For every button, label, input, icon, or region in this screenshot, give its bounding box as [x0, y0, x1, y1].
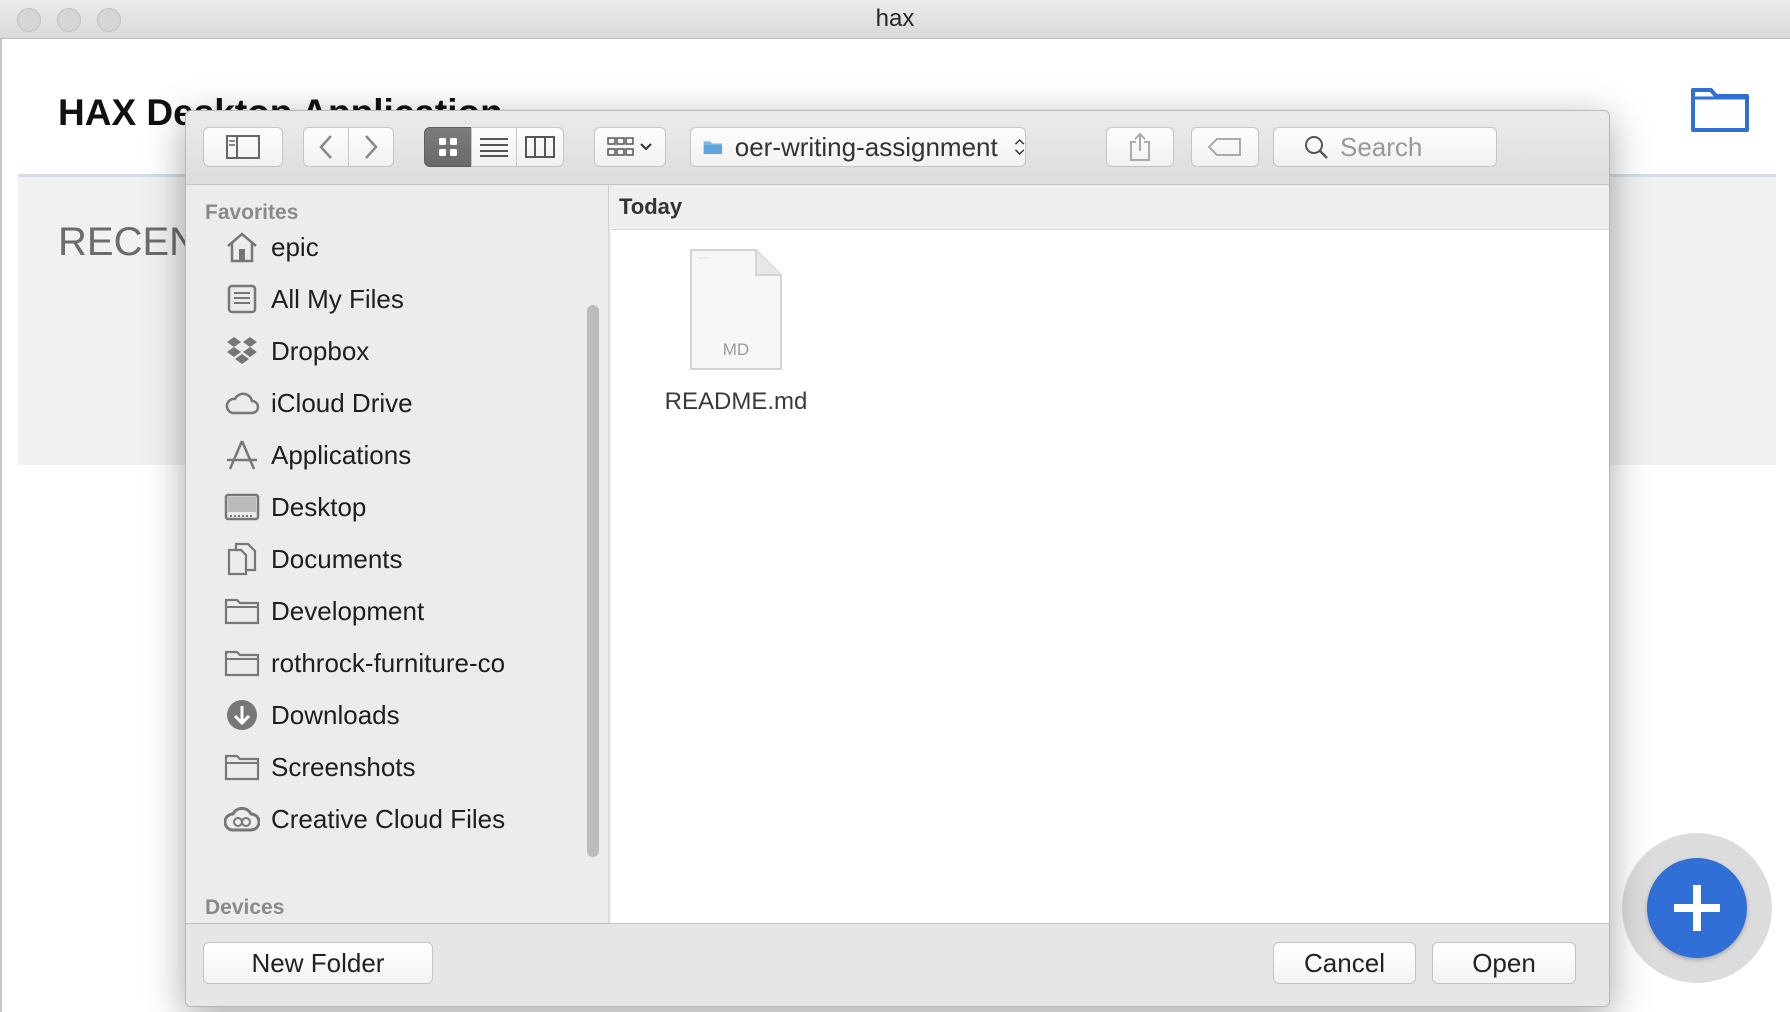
new-folder-button[interactable]: New Folder — [203, 942, 433, 984]
tag-button[interactable] — [1191, 127, 1259, 167]
creative-cloud-icon — [223, 801, 261, 837]
dropbox-icon — [223, 333, 261, 369]
sidebar-item-label: Creative Cloud Files — [271, 803, 506, 834]
add-button[interactable] — [1647, 858, 1747, 958]
cloud-icon — [223, 385, 261, 421]
sidebar-item-applications[interactable]: Applications — [223, 434, 411, 476]
sidebar-scrollbar[interactable] — [587, 305, 599, 857]
sidebar-item-development[interactable]: Development — [223, 590, 424, 632]
sidebar-item-label: Screenshots — [271, 751, 416, 782]
up-down-chevron-icon — [1014, 138, 1025, 156]
sidebar-item-label: Development — [271, 595, 425, 626]
list-icon — [480, 138, 508, 157]
location-popup[interactable]: oer-writing-assignment — [690, 127, 1026, 167]
applications-icon — [223, 437, 261, 473]
list-view-button[interactable] — [471, 127, 517, 167]
search-placeholder: Search — [1340, 131, 1423, 162]
open-folder-button[interactable] — [1690, 82, 1750, 134]
file-item[interactable]: MD README.md — [646, 248, 826, 416]
sidebar-item-icloud-drive[interactable]: iCloud Drive — [223, 382, 413, 424]
cancel-button[interactable]: Cancel — [1273, 942, 1416, 984]
arrange-menu-button[interactable] — [594, 127, 666, 167]
window-title: hax — [875, 5, 915, 32]
document-icon: MD — [688, 248, 784, 372]
back-button[interactable] — [303, 127, 349, 167]
date-group-label: Today — [619, 194, 683, 219]
chevron-left-icon — [319, 135, 332, 159]
dialog-toolbar: oer-writing-assignment Search — [186, 111, 1609, 185]
folder-icon — [703, 141, 723, 155]
sidebar-icon — [226, 135, 260, 159]
sidebar-toggle-button[interactable] — [203, 127, 283, 167]
tag-icon — [1208, 138, 1241, 156]
sidebar-item-dropbox[interactable]: Dropbox — [223, 330, 369, 372]
open-file-dialog: oer-writing-assignment Search Favorites — [185, 110, 1610, 1007]
dialog-sidebar: Favorites epic All My Files Dropbox iClo… — [186, 185, 609, 923]
sidebar-item-all-my-files[interactable]: All My Files — [223, 278, 404, 320]
sidebar-item-label: Dropbox — [271, 335, 370, 366]
all-files-icon — [223, 281, 261, 317]
search-icon — [1305, 136, 1328, 159]
sidebar-item-creative-cloud-files[interactable]: Creative Cloud Files — [223, 798, 505, 840]
sidebar-item-label: iCloud Drive — [271, 387, 413, 418]
sidebar-item-label: Downloads — [271, 699, 400, 730]
column-view-button[interactable] — [516, 127, 564, 167]
sidebar-item-documents[interactable]: Documents — [223, 538, 403, 580]
forward-button[interactable] — [348, 127, 394, 167]
sidebar-item-rothrock-furniture-co[interactable]: rothrock-furniture-co — [223, 642, 505, 684]
devices-heading: Devices — [205, 896, 285, 919]
date-group-header: Today — [611, 185, 1609, 230]
sidebar-item-label: Applications — [271, 439, 412, 470]
window-titlebar: hax — [0, 0, 1790, 39]
desktop-icon — [223, 489, 261, 525]
window-edge — [0, 39, 2, 1012]
grid-icon — [439, 138, 457, 156]
file-browser: Today MD README.md — [611, 185, 1609, 923]
documents-icon — [223, 541, 261, 577]
sidebar-item-label: epic — [271, 231, 319, 262]
icon-view-button[interactable] — [424, 127, 472, 167]
file-name: README.md — [664, 388, 808, 415]
file-extension: MD — [722, 340, 750, 359]
sidebar-item-label: All My Files — [271, 283, 404, 314]
arrange-icon — [607, 137, 652, 156]
folder-icon — [223, 645, 261, 681]
favorites-heading: Favorites — [205, 201, 299, 224]
chevron-right-icon — [365, 135, 378, 159]
sidebar-item-desktop[interactable]: Desktop — [223, 486, 366, 528]
open-button[interactable]: Open — [1432, 942, 1576, 984]
folder-icon — [223, 749, 261, 785]
folder-icon — [223, 593, 261, 629]
sidebar-item-label: rothrock-furniture-co — [271, 647, 506, 678]
home-icon — [223, 229, 261, 265]
sidebar-item-downloads[interactable]: Downloads — [223, 694, 400, 736]
dialog-button-bar: New Folder Cancel Open — [186, 923, 1609, 1006]
folder-icon — [1691, 88, 1749, 132]
sidebar-item-epic[interactable]: epic — [223, 226, 319, 268]
current-folder-label: oer-writing-assignment — [734, 131, 998, 162]
share-button[interactable] — [1106, 127, 1174, 167]
sidebar-item-screenshots[interactable]: Screenshots — [223, 746, 416, 788]
columns-icon — [525, 136, 555, 158]
download-icon — [223, 697, 261, 733]
sidebar-item-label: Documents — [271, 543, 403, 574]
plus-icon — [1674, 885, 1720, 931]
sidebar-item-label: Desktop — [271, 491, 367, 522]
search-field[interactable]: Search — [1273, 127, 1497, 167]
share-icon — [1130, 132, 1150, 161]
